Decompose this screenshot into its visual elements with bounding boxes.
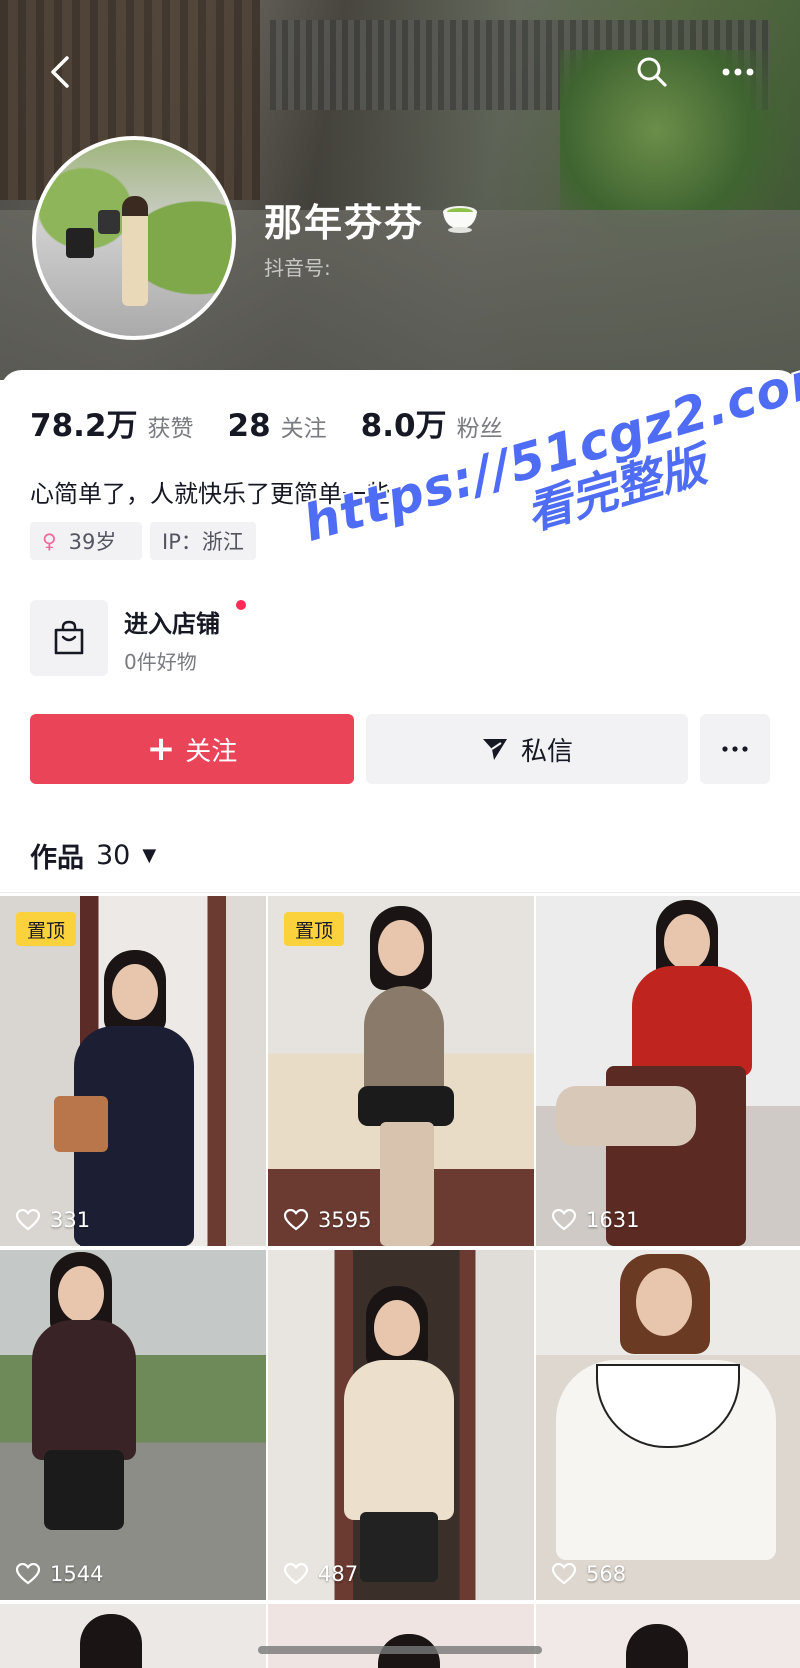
video-thumbnail[interactable]: 568 — [536, 1250, 800, 1600]
more-dots-icon — [722, 746, 748, 752]
pinned-badge: 置顶 — [284, 912, 344, 946]
video-like-count: 487 — [284, 1562, 358, 1586]
thumbnail-figure-skirt — [360, 1512, 438, 1582]
thumbnail-figure-hair — [626, 1624, 688, 1668]
avatar[interactable] — [32, 136, 236, 340]
like-count-label: 1631 — [586, 1208, 640, 1232]
video-thumbnail[interactable]: 置顶 331 — [0, 896, 266, 1246]
video-thumbnail[interactable] — [268, 1604, 534, 1668]
search-icon — [637, 57, 667, 87]
like-count-label: 331 — [50, 1208, 91, 1232]
works-tab-label: 作品 — [30, 843, 84, 874]
thumbnail-figure-face — [58, 1266, 104, 1322]
video-thumbnail[interactable] — [536, 1604, 800, 1668]
video-thumbnail[interactable]: 1631 — [536, 896, 800, 1246]
avatar-photo-person — [122, 196, 148, 306]
tab-works[interactable]: 作品 30 ▼ — [30, 836, 156, 875]
thumbnail-figure-face — [664, 914, 710, 970]
shop-entry-subtitle: 0件好物 — [124, 650, 197, 674]
message-button[interactable]: 私信 — [366, 714, 688, 784]
heart-icon — [284, 1209, 308, 1231]
plus-icon: + — [146, 729, 176, 769]
video-like-count: 3595 — [284, 1208, 371, 1232]
video-like-count: 568 — [552, 1562, 626, 1586]
age-label: 39岁 — [68, 530, 117, 554]
profile-stats: 78.2万 获赞 28 关注 8.0万 粉丝 — [30, 400, 537, 445]
likes-label: 获赞 — [147, 416, 194, 442]
douyin-id-label: 抖音号: — [264, 256, 331, 280]
tea-cup-icon — [443, 206, 477, 233]
heart-icon — [16, 1209, 40, 1231]
video-thumbnail[interactable] — [0, 1604, 266, 1668]
following-label[interactable]: 关注 — [281, 409, 327, 443]
thumbnail-coat — [344, 1360, 454, 1520]
thumbnail-figure-body — [32, 1320, 136, 1460]
heart-icon — [16, 1563, 40, 1585]
shop-notification-dot — [236, 600, 246, 610]
search-button[interactable] — [630, 50, 674, 94]
thumbnail-figure-body — [632, 966, 752, 1076]
profile-nickname: 那年芬芬 — [264, 201, 425, 245]
ip-location-label: IP：浙江 — [162, 530, 244, 554]
avatar-photo-detail — [98, 210, 120, 234]
more-dots-icon — [722, 68, 754, 76]
thumbnail-handbag — [54, 1096, 108, 1152]
works-count: 30 — [96, 840, 131, 871]
following-count[interactable]: 28 — [228, 408, 271, 444]
video-like-count: 1631 — [552, 1208, 639, 1232]
heart-icon — [552, 1563, 576, 1585]
thumbnail-figure-hair — [80, 1614, 142, 1668]
female-gender-icon: ♀ — [42, 529, 57, 553]
followers-count[interactable]: 8.0万 — [361, 400, 447, 445]
message-button-label: 私信 — [520, 736, 573, 767]
video-thumbnail[interactable]: 1544 — [0, 1250, 266, 1600]
like-count-label: 487 — [318, 1562, 359, 1586]
thumbnail-figure-face — [636, 1268, 692, 1336]
more-actions-button[interactable] — [700, 714, 770, 784]
follow-button[interactable]: + 关注 — [30, 714, 354, 784]
ip-location-tag: IP：浙江 — [150, 522, 256, 560]
shop-entry-button[interactable] — [30, 600, 108, 676]
age-tag: ♀ 39岁 — [30, 522, 142, 560]
more-options-button[interactable] — [716, 50, 760, 94]
likes-count: 78.2万 — [30, 408, 138, 444]
like-count-label: 1544 — [50, 1562, 104, 1586]
video-like-count: 331 — [16, 1208, 90, 1232]
thumbnail-figure-skirt — [358, 1086, 454, 1126]
pinned-badge: 置顶 — [16, 912, 76, 946]
thumbnail-figure-face — [112, 964, 158, 1020]
video-thumbnail[interactable]: 487 — [268, 1250, 534, 1600]
avatar-photo-detail — [66, 228, 94, 258]
divider — [0, 892, 800, 893]
heart-icon — [552, 1209, 576, 1231]
follow-button-label: 关注 — [185, 736, 238, 767]
like-count-label: 568 — [586, 1562, 627, 1586]
thumbnail-figure-face — [378, 920, 424, 976]
followers-label[interactable]: 粉丝 — [457, 409, 503, 443]
thumbnail-figure-legs — [556, 1086, 696, 1146]
caret-down-icon: ▼ — [142, 845, 157, 866]
thumbnail-figure-face — [374, 1300, 420, 1356]
thumbnail-figure-skirt — [44, 1450, 124, 1530]
send-arrow-icon — [482, 739, 507, 760]
thumbnail-figure-legs — [380, 1122, 434, 1246]
chevron-left-icon — [51, 56, 69, 88]
like-count-label: 3595 — [318, 1208, 372, 1232]
video-like-count: 1544 — [16, 1562, 103, 1586]
thumbnail-figure-body — [364, 986, 444, 1096]
home-indicator — [258, 1646, 542, 1654]
shopping-bag-icon — [54, 620, 84, 655]
back-button[interactable] — [38, 50, 82, 94]
video-thumbnail[interactable]: 置顶 3595 — [268, 896, 534, 1246]
shop-entry-title[interactable]: 进入店铺 — [124, 604, 220, 639]
heart-icon — [284, 1563, 308, 1585]
